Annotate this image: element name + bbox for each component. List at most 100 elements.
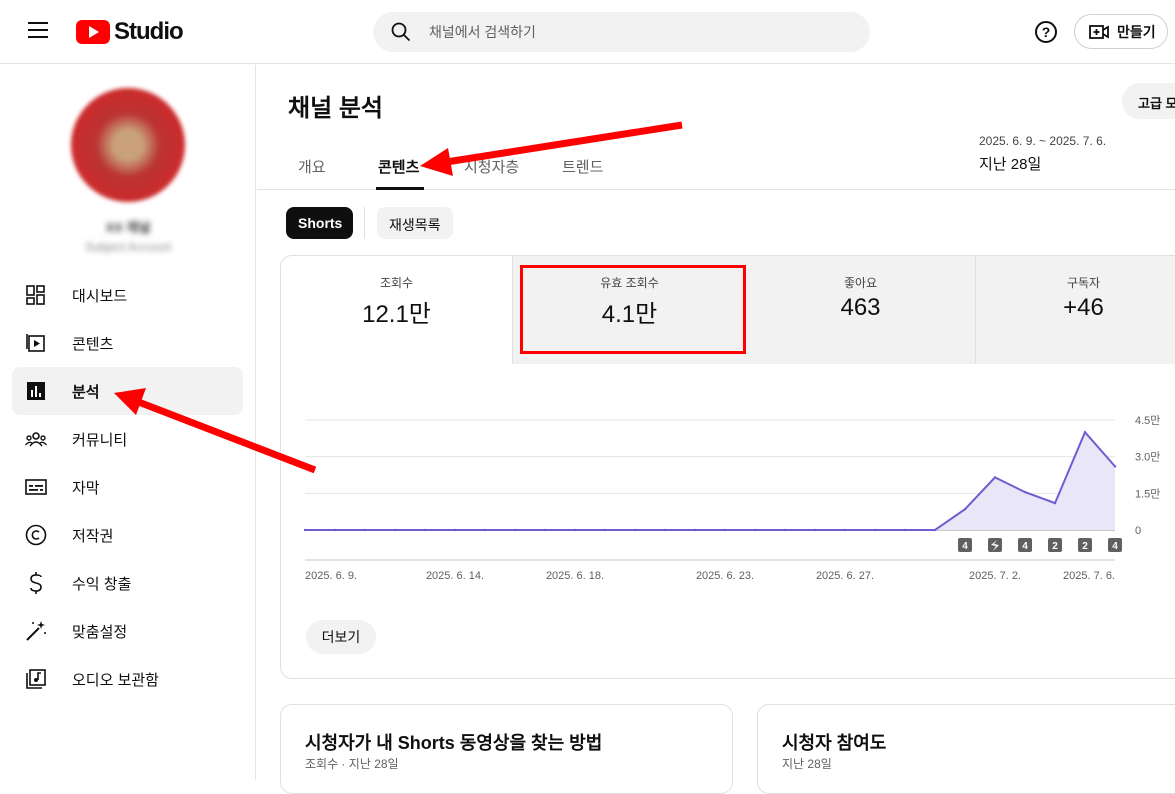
sidebar: XX 채널 Subject Account 대시보드 콘텐츠 분석 커뮤니티 자…: [0, 65, 256, 780]
data-point: [1053, 501, 1057, 505]
advanced-mode-button[interactable]: 고급 모드: [1122, 83, 1175, 119]
magic-wand-icon: [24, 619, 48, 643]
create-label: 만들기: [1117, 23, 1156, 40]
sidebar-item-subtitles[interactable]: 자막: [12, 463, 243, 511]
metric-value: 463: [840, 294, 881, 321]
data-point: [813, 528, 817, 532]
active-tab-indicator: [376, 187, 424, 190]
logo-text: Studio: [114, 18, 184, 45]
youtube-play-icon: [76, 20, 110, 44]
sidebar-item-label: 자막: [72, 479, 100, 497]
data-point: [1023, 490, 1027, 494]
data-point: [903, 528, 907, 532]
x-tick-label: 2025. 6. 9.: [305, 570, 357, 582]
chip-playlist[interactable]: 재생목록: [377, 207, 453, 239]
data-point: [483, 528, 487, 532]
sidebar-item-label: 저작권: [72, 527, 114, 545]
sidebar-item-dashboard[interactable]: 대시보드: [12, 271, 243, 319]
x-tick-label: 2025. 6. 18.: [546, 570, 604, 582]
metric-label: 조회수: [379, 276, 414, 290]
create-button[interactable]: 만들기: [1074, 14, 1168, 49]
chip-divider: [364, 207, 365, 239]
data-point: [333, 528, 337, 532]
community-icon: [24, 427, 48, 451]
data-point: [723, 528, 727, 532]
subtitles-icon: [24, 475, 48, 499]
dashboard-icon: [24, 283, 48, 307]
data-point: [393, 528, 397, 532]
x-tick-label: 2025. 6. 14.: [426, 570, 484, 582]
page-title: 채널 분석: [288, 95, 383, 122]
dollar-icon: [24, 571, 48, 595]
y-tick-label: 1.5만: [1135, 487, 1160, 500]
search-icon: [391, 22, 411, 42]
tab-audience[interactable]: 시청자층: [464, 156, 519, 177]
traffic-source-card[interactable]: 시청자가 내 Shorts 동영상을 찾는 방법 조회수 · 지난 28일: [280, 704, 733, 794]
sidebar-item-monetization[interactable]: 수익 창출: [12, 559, 243, 607]
data-point: [423, 528, 427, 532]
sidebar-item-audio-library[interactable]: 오디오 보관함: [12, 655, 243, 703]
see-more-button[interactable]: 더보기: [306, 620, 376, 654]
content-icon: [24, 331, 48, 355]
sidebar-item-label: 분석: [72, 383, 100, 401]
create-video-icon: [1089, 24, 1109, 39]
metrics-card: 조회수 12.1만 유효 조회수 4.1만 좋아요 463 구독자 +46 01…: [280, 255, 1175, 679]
highlight-box: [520, 265, 746, 354]
data-point: [603, 528, 607, 532]
x-tick-label: 2025. 7. 6.: [1063, 570, 1115, 582]
sidebar-item-label: 수익 창출: [72, 575, 132, 593]
menu-icon[interactable]: [28, 22, 48, 38]
data-point: [513, 528, 517, 532]
data-point: [843, 528, 847, 532]
audio-library-icon: [24, 667, 48, 691]
date-range-label[interactable]: 지난 28일: [979, 153, 1041, 174]
sidebar-item-community[interactable]: 커뮤니티: [12, 415, 243, 463]
studio-logo[interactable]: Studio: [76, 18, 184, 46]
data-point: [873, 528, 877, 532]
search-input[interactable]: [429, 22, 829, 42]
data-point: [963, 508, 967, 511]
sidebar-item-analytics[interactable]: 분석: [12, 367, 243, 415]
sidebar-item-customization[interactable]: 맞춤설정: [12, 607, 243, 655]
card-subtitle: 조회수 · 지난 28일: [305, 757, 399, 771]
data-point: [303, 528, 307, 532]
tab-content[interactable]: 콘텐츠: [378, 156, 419, 177]
metric-subscribers[interactable]: 구독자 +46: [976, 256, 1175, 364]
metric-label: 좋아요: [843, 276, 878, 290]
metric-views[interactable]: 조회수 12.1만: [281, 256, 513, 364]
data-point: [633, 528, 637, 532]
data-point: [933, 528, 937, 532]
help-icon[interactable]: ?: [1035, 21, 1057, 43]
card-title: 시청자 참여도: [782, 733, 887, 753]
metric-value: +46: [1063, 294, 1104, 321]
data-point: [1113, 465, 1117, 468]
engagement-card[interactable]: 시청자 참여도 지난 28일: [757, 704, 1175, 794]
metric-label: 구독자: [1066, 276, 1101, 290]
x-tick-label: 2025. 7. 2.: [969, 570, 1021, 582]
main-content: 채널 분석 고급 모드 개요 콘텐츠 시청자층 트렌드 2025. 6. 9. …: [257, 65, 1175, 794]
sidebar-item-copyright[interactable]: 저작권: [12, 511, 243, 559]
data-point: [453, 528, 457, 532]
data-point: [1083, 431, 1087, 434]
marker-count: 4: [1112, 541, 1118, 552]
chip-shorts[interactable]: Shorts: [286, 207, 353, 239]
tab-trends[interactable]: 트렌드: [562, 156, 603, 177]
marker-count: 4: [962, 541, 968, 552]
marker-count: 2: [1082, 541, 1088, 552]
views-line-chart[interactable]: 0 1.5만 3.0만 4.5만 4 4 2 2 4 2025. 6. 9. 2025. 6. 14…: [281, 364, 1171, 594]
card-subtitle: 지난 28일: [782, 757, 832, 771]
chart-area: [305, 432, 1115, 530]
search-box[interactable]: [373, 12, 870, 52]
data-point: [693, 528, 697, 532]
sidebar-item-content[interactable]: 콘텐츠: [12, 319, 243, 367]
tab-overview[interactable]: 개요: [298, 156, 326, 177]
metric-value: 12.1만: [362, 301, 431, 328]
channel-avatar[interactable]: [71, 88, 185, 202]
metric-likes[interactable]: 좋아요 463: [746, 256, 976, 364]
data-point: [753, 528, 757, 532]
data-point: [363, 528, 367, 532]
sidebar-item-label: 맞춤설정: [72, 623, 128, 641]
date-range[interactable]: 2025. 6. 9. ~ 2025. 7. 6.: [979, 134, 1106, 148]
analytics-icon: [24, 379, 48, 403]
data-point: [663, 528, 667, 532]
